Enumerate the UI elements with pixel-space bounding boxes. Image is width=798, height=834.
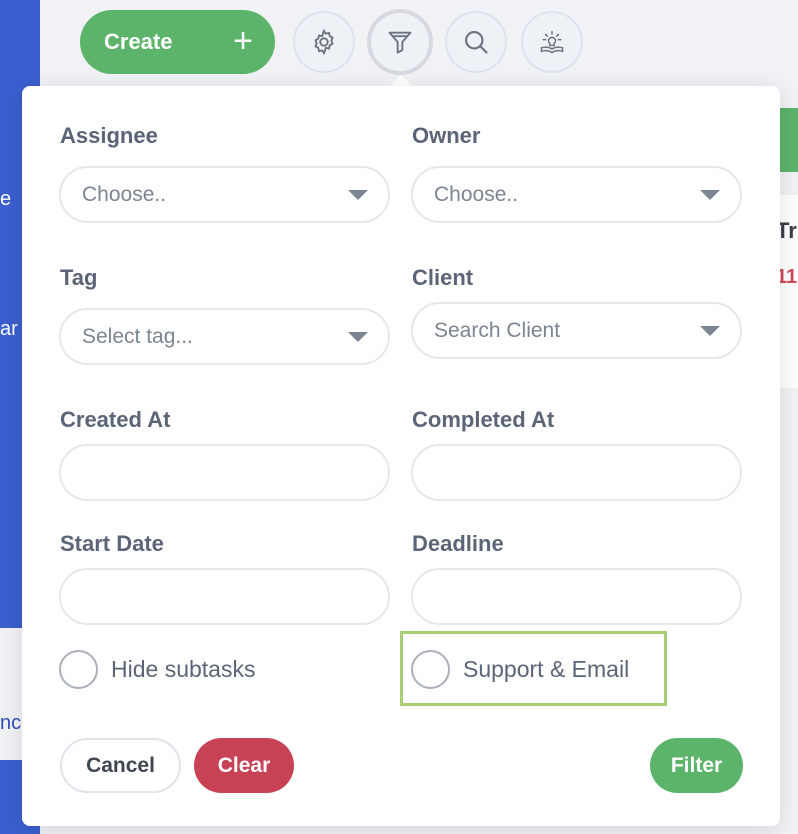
tag-placeholder: Select tag... xyxy=(82,325,193,348)
sidebar-label-fragment: ar xyxy=(0,318,18,340)
assignee-placeholder: Choose.. xyxy=(82,183,167,206)
tag-select[interactable]: Select tag... xyxy=(59,308,390,365)
chevron-down-icon xyxy=(700,190,720,200)
client-select[interactable]: Search Client xyxy=(411,302,742,359)
settings-button[interactable] xyxy=(293,11,355,73)
client-label: Client xyxy=(412,265,474,290)
deadline-label: Deadline xyxy=(412,531,504,556)
client-placeholder: Search Client xyxy=(434,319,561,342)
start-date-label: Start Date xyxy=(60,531,164,556)
tag-label: Tag xyxy=(60,265,98,290)
plus-icon: + xyxy=(233,22,253,60)
hide-subtasks-checkbox[interactable]: Hide subtasks xyxy=(59,650,255,689)
completed-at-label: Completed At xyxy=(412,407,555,432)
filter-icon xyxy=(388,31,412,54)
create-button[interactable]: Create + xyxy=(80,10,275,74)
created-at-label: Created At xyxy=(60,407,171,432)
guide-button[interactable] xyxy=(521,11,583,73)
filter-toggle-button[interactable] xyxy=(367,9,433,75)
start-date-input[interactable] xyxy=(59,568,390,625)
assignee-select[interactable]: Choose.. xyxy=(59,166,390,223)
created-at-input[interactable] xyxy=(59,444,390,501)
lightbulb-book-icon xyxy=(540,30,564,54)
search-icon xyxy=(465,31,488,54)
chevron-down-icon xyxy=(700,326,720,336)
cancel-button[interactable]: Cancel xyxy=(60,738,181,793)
support-email-label: Support & Email xyxy=(463,656,630,682)
filter-button[interactable]: Filter xyxy=(650,738,743,793)
search-button[interactable] xyxy=(445,11,507,73)
clear-button[interactable]: Clear xyxy=(194,738,294,793)
deadline-input[interactable] xyxy=(411,568,742,625)
chevron-down-icon xyxy=(348,332,368,342)
chevron-down-icon xyxy=(348,190,368,200)
gear-icon xyxy=(314,28,334,56)
owner-select[interactable]: Choose.. xyxy=(411,166,742,223)
support-email-checkbox[interactable]: Support & Email xyxy=(411,650,629,689)
sidebar-label-fragment: e xyxy=(0,188,12,210)
sidebar-label-fragment: nc xyxy=(0,712,22,734)
hide-subtasks-radio[interactable] xyxy=(59,650,98,689)
owner-placeholder: Choose.. xyxy=(434,183,519,206)
assignee-label: Assignee xyxy=(60,123,158,148)
create-label: Create xyxy=(104,29,173,54)
support-email-radio[interactable] xyxy=(411,650,450,689)
completed-at-input[interactable] xyxy=(411,444,742,501)
hide-subtasks-label: Hide subtasks xyxy=(111,656,256,682)
owner-label: Owner xyxy=(412,123,481,148)
